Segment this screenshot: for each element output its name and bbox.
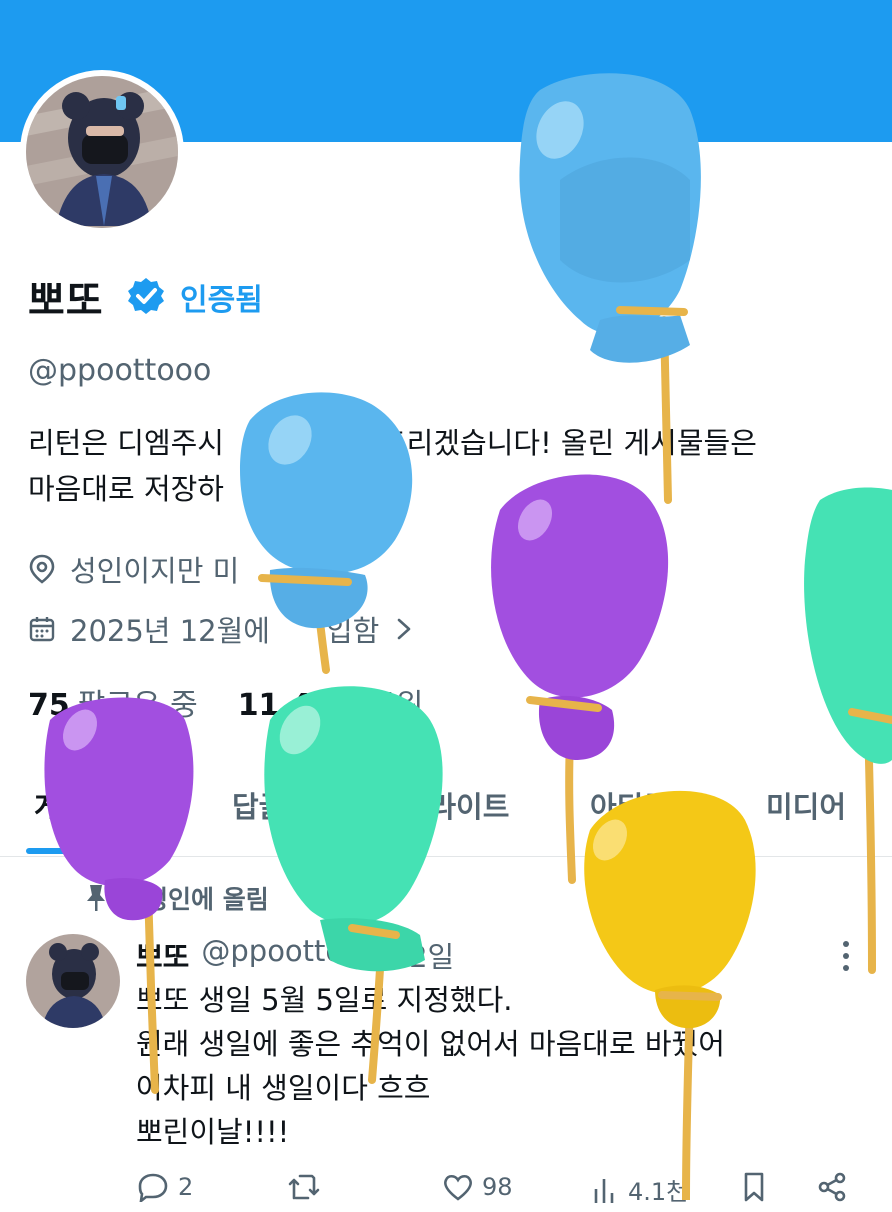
calendar-icon <box>29 617 55 642</box>
tweet-line: 뽀린이날!!!! <box>136 1115 290 1149</box>
followers-count: 11,44 <box>237 688 333 723</box>
following-label: 팔로우 중 <box>77 688 198 723</box>
followers-label: 팔로워 <box>340 688 424 723</box>
reply-icon <box>138 1173 168 1202</box>
views-count: 4.1천 <box>628 1178 689 1206</box>
views-button[interactable]: 4.1천 <box>592 1172 688 1207</box>
tweet-header: 뽀또 @ppoottooo · 2일 <box>136 934 454 976</box>
bio-line: 마음대로 저장하 다 <box>28 466 868 512</box>
pin-icon <box>87 885 105 911</box>
bookmark-button[interactable] <box>742 1172 766 1202</box>
location-pin-icon <box>29 554 55 584</box>
like-button[interactable]: 98 <box>442 1172 513 1202</box>
joined-text-prefix: 2025년 12월에 <box>70 614 270 648</box>
reply-button[interactable]: 2 <box>136 1172 193 1202</box>
bookmark-icon <box>744 1172 764 1202</box>
profile-location: 성인이지만 미 <box>28 548 239 590</box>
profile-handle: @ppoottooo <box>28 353 212 388</box>
followers-stat[interactable]: 11,44 팔로워 <box>238 680 424 724</box>
verified-badge-icon[interactable] <box>126 276 166 316</box>
bio-text-1: 리턴은 디엠주시 <box>28 426 224 460</box>
profile-joined-date[interactable]: 2025년 12월에 입함 <box>28 608 415 650</box>
tweet-author-handle[interactable]: @ppoottooo <box>201 934 378 976</box>
tab-replies[interactable]: 답글 <box>232 784 285 826</box>
following-count: 75 <box>28 688 70 723</box>
tab-articles[interactable]: 아티클 <box>590 784 670 826</box>
like-count: 98 <box>482 1173 513 1201</box>
tweet-line: 뽀또 생일 5월 5일로 지정했다. <box>136 983 513 1017</box>
pinned-label: 고정인에 올림 <box>122 885 269 914</box>
tweet-author-name[interactable]: 뽀또 <box>136 934 189 976</box>
green-balloon-right-edge <box>804 487 892 974</box>
tweet-line: 원래 생일에 좋은 추억이 없어서 마음대로 바꿨어 <box>136 1027 725 1061</box>
location-text: 성인이지만 미 <box>70 554 240 588</box>
verified-label[interactable]: 인증됨 <box>180 275 263 319</box>
repost-button[interactable] <box>286 1172 330 1202</box>
active-tab-indicator <box>26 848 126 854</box>
tweet-author-avatar[interactable] <box>26 934 120 1028</box>
profile-avatar[interactable] <box>20 70 184 234</box>
following-stat[interactable]: 75 팔로우 중 <box>28 680 198 724</box>
profile-tabs: 게시물 답글 하이라이트 아티클 미디어 <box>0 770 892 857</box>
joined-text-suffix: 입함 <box>325 614 380 648</box>
share-button[interactable] <box>816 1172 848 1202</box>
bio-text-2: 드리겠습니다! 올린 게시물들은 <box>379 426 757 460</box>
pinned-indicator: 고정인에 올림 <box>84 880 269 916</box>
bio-line: 리턴은 디엠주시 드리겠습니다! 올린 게시물들은 <box>28 420 868 466</box>
tab-media[interactable]: 미디어 <box>766 784 846 826</box>
heart-icon <box>444 1174 472 1201</box>
more-options-icon[interactable] <box>836 936 856 976</box>
share-icon <box>818 1172 846 1202</box>
profile-bio: 리턴은 디엠주시 드리겠습니다! 올린 게시물들은 마음대로 저장하 다 <box>28 420 868 512</box>
tweet-actions: 2 98 4.1천 <box>136 1172 866 1212</box>
chevron-right-icon <box>398 618 411 640</box>
tweet-line: 어차피 내 생일이다 흐흐 <box>136 1071 431 1105</box>
reply-count: 2 <box>178 1173 194 1201</box>
profile-stats: 75 팔로우 중 11,44 팔로워 <box>28 680 423 724</box>
tab-posts[interactable]: 게시물 <box>34 784 114 826</box>
bio-text-3: 마음대로 저장하 <box>28 472 224 506</box>
tweet-text: 뽀또 생일 5월 5일로 지정했다. 원래 생일에 좋은 추억이 없어서 마음대… <box>136 978 725 1154</box>
views-chart-icon <box>594 1178 614 1203</box>
tab-highlights[interactable]: 하이라이트 <box>376 784 509 826</box>
bio-text-4: 다 <box>373 472 401 506</box>
profile-display-name: 뽀또 <box>28 278 104 324</box>
tweet-timestamp[interactable]: · 2일 <box>391 934 455 976</box>
repost-icon <box>288 1174 320 1200</box>
